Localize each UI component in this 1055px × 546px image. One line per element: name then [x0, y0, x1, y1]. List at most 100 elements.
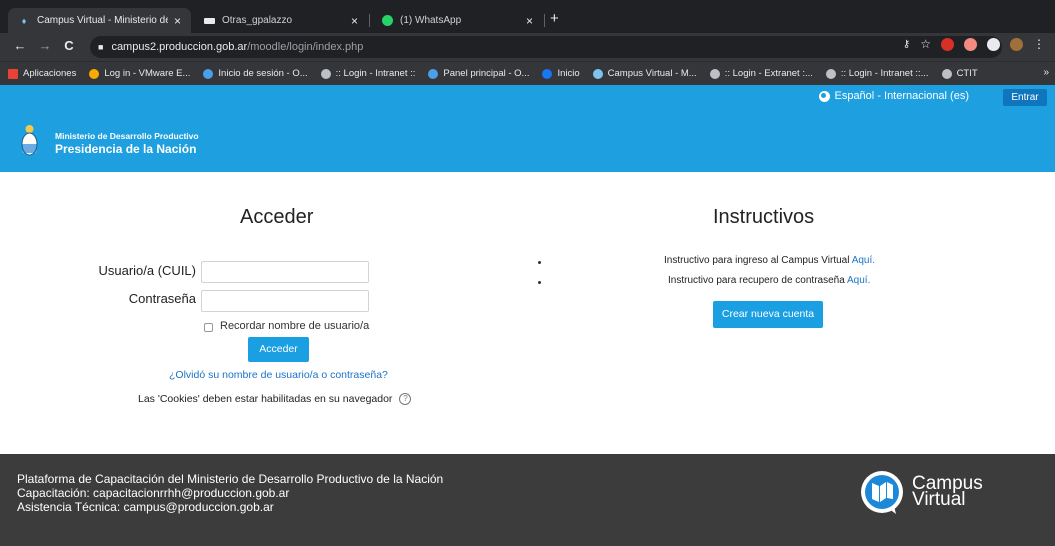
- bookmark-login-intranet-2[interactable]: :: Login - Intranet ::...: [825, 68, 929, 79]
- star-icon[interactable]: ☆: [920, 37, 931, 51]
- browser-tab-strip: ♦ Campus Virtual - Ministerio de D × Otr…: [0, 0, 1055, 33]
- extension-white-icon[interactable]: [987, 37, 1000, 51]
- lock-icon: ■: [98, 42, 104, 52]
- new-tab-icon[interactable]: +: [550, 10, 559, 27]
- language-label: Español - Internacional (es): [834, 90, 969, 102]
- emblem-icon: [592, 68, 603, 79]
- help-question-icon[interactable]: ?: [399, 393, 412, 405]
- tab-title: Campus Virtual - Ministerio de D: [37, 15, 168, 26]
- tab-title: Otras_gpalazzo: [222, 15, 293, 26]
- whatsapp-icon: [381, 15, 393, 27]
- close-tab-icon[interactable]: ×: [174, 14, 181, 28]
- tab-whatsapp[interactable]: (1) WhatsApp ×: [371, 8, 543, 33]
- globe-icon: [825, 68, 836, 79]
- forward-arrow-icon[interactable]: →: [37, 38, 53, 54]
- bookmark-label: :: Login - Intranet ::...: [840, 68, 929, 79]
- extension-pink-icon[interactable]: [964, 37, 977, 51]
- vmware-icon: [89, 68, 100, 79]
- bookmark-label: CTIT: [956, 68, 978, 79]
- footer-capacitacion-line: Capacitación: capacitacionrrhh@produccio…: [17, 486, 290, 500]
- bookmark-aplicaciones[interactable]: Aplicaciones: [8, 68, 76, 79]
- back-arrow-icon[interactable]: ←: [12, 38, 28, 54]
- tab-campus-virtual[interactable]: ♦ Campus Virtual - Ministerio de D ×: [8, 8, 191, 33]
- remember-username-checkbox[interactable]: [204, 323, 213, 332]
- tab-otras-gpalazzo[interactable]: Otras_gpalazzo ×: [193, 8, 368, 33]
- cookies-notice: Las 'Cookies' deben estar habilitadas en…: [138, 393, 412, 405]
- argentina-coat-of-arms-icon: [21, 125, 38, 156]
- footer-platform-line: Plataforma de Capacitación del Ministeri…: [17, 472, 444, 486]
- instructivo-ingreso: Instructivo para ingreso al Campus Virtu…: [664, 255, 875, 266]
- moodle-topbar: Español - Internacional (es) Entrar: [0, 85, 1055, 110]
- bookmark-label: Panel principal - O...: [443, 68, 530, 79]
- campus-virtual-book-icon: [861, 471, 903, 514]
- tab-title: (1) WhatsApp: [400, 15, 462, 26]
- reload-icon[interactable]: C: [61, 38, 77, 54]
- remember-username-label: Recordar nombre de usuario/a: [220, 320, 370, 332]
- bookmark-label: :: Login - Extranet :...: [724, 68, 813, 79]
- bookmark-label: Log in - VMware E...: [104, 68, 191, 79]
- tab-divider: [369, 14, 370, 27]
- ministry-name: Ministerio de Desarrollo Productivo: [55, 131, 199, 141]
- bullet-icon: [538, 261, 541, 264]
- acceder-button[interactable]: Acceder: [248, 337, 309, 362]
- close-tab-icon[interactable]: ×: [351, 14, 358, 28]
- address-bar[interactable]: ■ campus2.produccion.gob.ar/moodle/login…: [90, 36, 1002, 58]
- apps-grid-icon: [8, 68, 18, 79]
- office-icon: [428, 68, 439, 79]
- menu-dots-icon[interactable]: ⋮: [1033, 37, 1045, 51]
- site-header: Ministerio de Desarrollo Productivo Pres…: [0, 110, 1055, 172]
- globe-icon: [709, 68, 720, 79]
- bookmark-login-intranet[interactable]: :: Login - Intranet ::: [320, 68, 416, 79]
- password-label: Contraseña: [128, 291, 196, 306]
- globe-icon: [941, 68, 952, 79]
- bookmark-panel-principal[interactable]: Panel principal - O...: [428, 68, 529, 79]
- close-tab-icon[interactable]: ×: [526, 14, 533, 28]
- instructivos-title: Instructivos: [713, 206, 815, 228]
- presidency-name: Presidencia de la Nación: [55, 142, 197, 156]
- key-icon[interactable]: ⚷: [903, 39, 910, 50]
- more-bookmarks-chevron-icon[interactable]: »: [1043, 67, 1049, 78]
- tab-divider: [544, 14, 545, 27]
- instructivo-ingreso-link[interactable]: Aquí.: [852, 255, 875, 266]
- password-input[interactable]: [201, 290, 369, 312]
- campus-virtual-logo: Campus Virtual: [858, 468, 983, 516]
- globe-icon: [819, 90, 831, 102]
- url-path: /moodle/login/index.php: [247, 41, 364, 53]
- url-host: campus2.produccion.gob.ar: [111, 41, 248, 53]
- bookmark-login-extranet[interactable]: :: Login - Extranet :...: [709, 68, 813, 79]
- office-icon: [203, 68, 214, 79]
- extension-red-icon[interactable]: [941, 37, 954, 51]
- instructivo-text: Instructivo para recupero de contraseña: [668, 275, 847, 286]
- bookmark-label: Inicio de sesión - O...: [218, 68, 308, 79]
- bookmark-campus-virtual[interactable]: Campus Virtual - M...: [592, 68, 697, 79]
- logo-virtual-text: Virtual: [912, 489, 966, 510]
- cookies-text: Las 'Cookies' deben estar habilitadas en…: [138, 393, 393, 405]
- bookmark-inicio[interactable]: Inicio: [542, 68, 580, 79]
- instructivo-recupero: Instructivo para recupero de contraseña …: [668, 275, 870, 286]
- bullet-icon: [538, 281, 541, 284]
- entrar-button[interactable]: Entrar: [1003, 89, 1047, 106]
- bookmarks-bar: Aplicaciones Log in - VMware E... Inicio…: [0, 61, 1055, 85]
- globe-icon: [320, 68, 331, 79]
- footer-asistencia-line: Asistencia Técnica: campus@produccion.go…: [17, 500, 274, 514]
- bookmark-vmware[interactable]: Log in - VMware E...: [89, 68, 190, 79]
- folder-icon: [203, 15, 215, 27]
- bookmark-inicio-sesion[interactable]: Inicio de sesión - O...: [203, 68, 308, 79]
- bookmark-label: :: Login - Intranet ::: [335, 68, 416, 79]
- site-footer: Plataforma de Capacitación del Ministeri…: [0, 454, 1055, 546]
- username-label: Usuario/a (CUIL): [98, 263, 196, 278]
- profile-avatar-icon[interactable]: [1010, 37, 1023, 51]
- bookmark-label: Inicio: [557, 68, 580, 79]
- bookmark-ctit[interactable]: CTIT: [941, 68, 978, 79]
- language-menu[interactable]: Español - Internacional (es): [819, 90, 969, 102]
- facebook-icon: [542, 68, 553, 79]
- instructivo-recupero-link[interactable]: Aquí.: [847, 275, 870, 286]
- crear-nueva-cuenta-button[interactable]: Crear nueva cuenta: [713, 301, 823, 328]
- username-input[interactable]: [201, 261, 369, 283]
- instructivo-text: Instructivo para ingreso al Campus Virtu…: [664, 255, 852, 266]
- bookmark-label: Aplicaciones: [23, 68, 77, 79]
- browser-toolbar: ← → C ■ campus2.produccion.gob.ar/moodle…: [0, 33, 1055, 61]
- login-title: Acceder: [240, 206, 314, 228]
- forgot-credentials-link[interactable]: ¿Olvidó su nombre de usuario/a o contras…: [169, 369, 388, 381]
- argentina-emblem-icon: ♦: [21, 15, 27, 26]
